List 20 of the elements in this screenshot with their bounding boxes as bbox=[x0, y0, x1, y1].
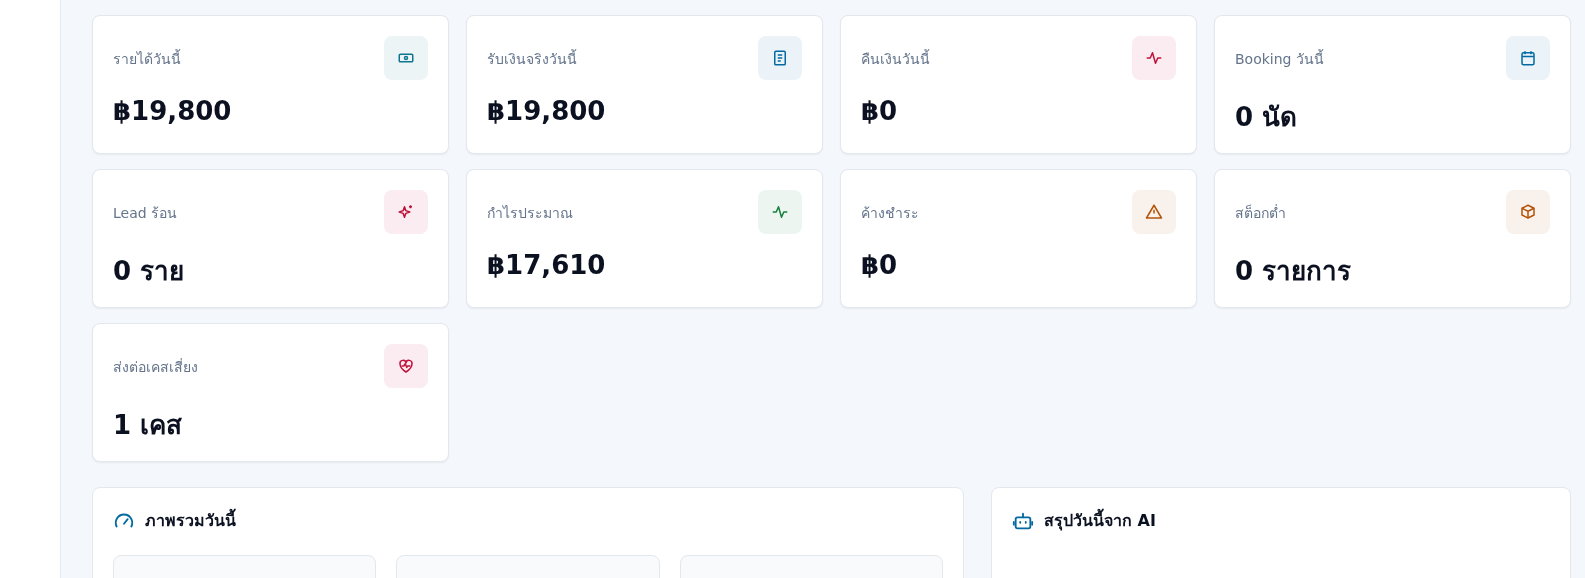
stat-label: รับเงินจริงวันนี้ bbox=[487, 48, 577, 69]
stat-value: ฿0 bbox=[861, 250, 899, 280]
stat-value: ฿0 bbox=[861, 96, 899, 126]
stat-label: Lead ร้อน bbox=[113, 204, 178, 223]
stat-label: ค้างชำระ bbox=[861, 204, 919, 223]
stat-value: ฿19,800 bbox=[487, 96, 607, 126]
stat-label: คืนเงินวันนี้ bbox=[861, 48, 930, 69]
stat-value: ฿19,800 bbox=[113, 96, 233, 126]
stat-value: 0 ราย bbox=[113, 255, 186, 288]
stat-value: 1 เคส bbox=[113, 409, 184, 442]
stat-label: กำไรประมาณ bbox=[487, 204, 573, 223]
stat-value: ฿17,610 bbox=[487, 250, 607, 280]
stat-label: Booking วันนี้ bbox=[1235, 48, 1324, 69]
stat-label: สต็อกต่ำ bbox=[1235, 203, 1286, 223]
stat-label: รายได้วันนี้ bbox=[113, 48, 181, 69]
stat-label: ส่งต่อเคสเสี่ยง bbox=[113, 357, 198, 377]
stat-value: 0 นัด bbox=[1235, 101, 1299, 134]
panel-title: ภาพรวมวันนี้ bbox=[145, 508, 236, 533]
stat-value: 0 รายการ bbox=[1235, 255, 1353, 288]
panel-title: สรุปวันนี้จาก AI bbox=[1044, 508, 1156, 533]
